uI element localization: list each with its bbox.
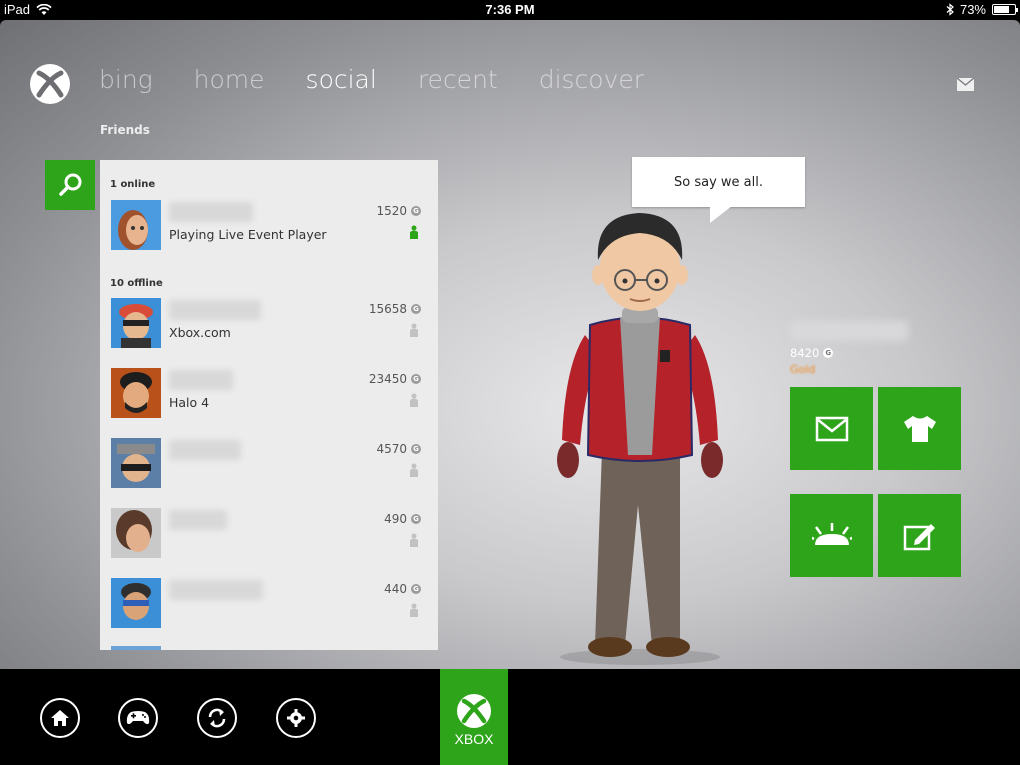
home-icon (51, 710, 69, 726)
gamerscore-icon: G (411, 514, 421, 524)
own-gamertag-blurred (790, 321, 908, 341)
nav-bing[interactable]: bing (99, 65, 153, 94)
friend-avatar (111, 298, 161, 348)
gamerscore-value: 490 (384, 512, 407, 526)
presence-online-icon (410, 225, 418, 239)
settings-button[interactable] (276, 698, 316, 738)
games-button[interactable] (118, 698, 158, 738)
presence-offline-icon (410, 463, 418, 477)
bottom-app-bar: XBOX (0, 669, 1020, 765)
friend-gamertag-blurred (169, 510, 227, 530)
friend-row[interactable]: Playing Live Event Player 1520 G (111, 200, 431, 252)
friend-status: Playing Live Event Player (169, 227, 327, 242)
beacon-icon (811, 522, 852, 545)
main-screen: bing home social recent discover Friends… (0, 20, 1020, 669)
messages-tile[interactable] (790, 387, 873, 470)
xbox-home-tile[interactable]: XBOX (440, 669, 508, 765)
edit-profile-tile[interactable] (878, 494, 961, 577)
battery-percent: 73% (959, 2, 986, 17)
gamerscore-value: 15658 (368, 302, 407, 316)
status-bar: iPad 7:36 PM 73% (0, 0, 1020, 20)
refresh-button[interactable] (197, 698, 237, 738)
friend-gamerscore: 23450 G (369, 372, 421, 386)
friend-gamertag-blurred (169, 580, 263, 600)
friend-avatar (111, 200, 161, 250)
membership-tier: Gold (790, 363, 816, 376)
gamerscore-value: 4570 (376, 442, 407, 456)
online-header: 1 online (110, 179, 156, 190)
friend-status: Halo 4 (169, 395, 210, 410)
friend-status: Xbox.com (169, 325, 231, 340)
friend-gamerscore: 440 G (384, 582, 421, 596)
friend-row[interactable]: 440 G (111, 578, 431, 630)
friend-row[interactable]: Halo 4 23450 G (111, 368, 431, 420)
battery-icon (992, 4, 1018, 15)
friend-avatar (111, 438, 161, 488)
presence-offline-icon (410, 533, 418, 547)
friend-row[interactable]: 490 G (111, 508, 431, 560)
gamerscore-icon: G (411, 304, 421, 314)
friends-list: 1 online Playing Live Event Player 1520 G… (100, 160, 438, 650)
friend-row[interactable]: 4570 G (111, 438, 431, 490)
gamerscore-icon: G (823, 348, 834, 358)
gamerscore-value: 23450 (368, 372, 407, 386)
friend-avatar (111, 368, 161, 418)
xbox-label: XBOX (454, 731, 494, 747)
friend-gamertag-blurred (169, 300, 261, 320)
friend-gamerscore: 4570 G (376, 442, 421, 456)
search-icon (59, 173, 82, 196)
own-gamerscore: 8420 G (790, 346, 834, 360)
status-bar-right: 73% (946, 2, 1018, 17)
beacons-tile[interactable] (790, 494, 873, 577)
avatar-store-tile[interactable] (878, 387, 961, 470)
friend-row-partial[interactable] (111, 646, 431, 650)
friend-gamertag-blurred (169, 440, 241, 460)
friend-avatar (111, 578, 161, 628)
bluetooth-icon (946, 3, 954, 16)
edit-icon (903, 523, 935, 550)
xbox-sphere-icon (457, 694, 491, 728)
mail-icon (815, 416, 848, 441)
presence-offline-icon (410, 323, 418, 337)
xbox-logo-icon[interactable] (30, 64, 70, 104)
presence-offline-icon (410, 393, 418, 407)
gamerscore-icon: G (411, 374, 421, 384)
home-button[interactable] (40, 698, 80, 738)
tshirt-icon (903, 415, 936, 442)
friend-gamertag-blurred (169, 370, 233, 390)
nav-home[interactable]: home (194, 65, 265, 94)
settings-icon (287, 709, 305, 727)
gamerscore-icon: G (411, 444, 421, 454)
messages-icon[interactable] (957, 78, 974, 91)
battery-fill (994, 6, 1009, 13)
gamerscore-value: 440 (384, 582, 407, 596)
app-root: iPad 7:36 PM 73% bing home social recent… (0, 0, 1020, 765)
top-nav: bing home social recent discover (99, 65, 644, 94)
player-avatar (557, 213, 723, 665)
gamerscore-icon: G (411, 206, 421, 216)
offline-header: 10 offline (110, 278, 163, 289)
friends-heading: Friends (100, 123, 150, 137)
nav-social[interactable]: social (306, 65, 377, 94)
refresh-icon (208, 708, 226, 728)
friend-gamerscore: 1520 G (376, 204, 421, 218)
controller-icon (126, 711, 150, 725)
nav-discover[interactable]: discover (539, 65, 644, 94)
search-button[interactable] (45, 160, 95, 210)
friend-gamerscore: 15658 G (369, 302, 421, 316)
nav-recent[interactable]: recent (418, 65, 498, 94)
own-gamerscore-value: 8420 (790, 346, 820, 360)
gamerscore-icon: G (411, 584, 421, 594)
friend-row[interactable]: Xbox.com 15658 G (111, 298, 431, 350)
presence-offline-icon (410, 603, 418, 617)
friend-gamertag-blurred (169, 202, 253, 222)
gamerscore-value: 1520 (376, 204, 407, 218)
friend-avatar (111, 508, 161, 558)
friend-avatar (111, 646, 161, 650)
friend-gamerscore: 490 G (384, 512, 421, 526)
clock: 7:36 PM (485, 2, 535, 17)
